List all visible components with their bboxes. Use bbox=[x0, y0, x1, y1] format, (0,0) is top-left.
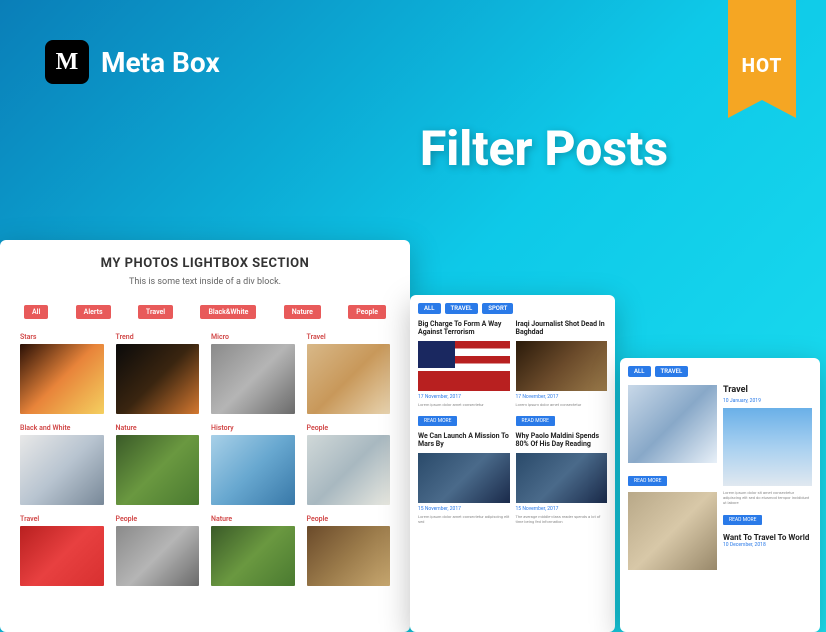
card-excerpt: Lorem ipsum dolor amet consectetur bbox=[516, 402, 608, 407]
tag-button[interactable]: TRAVEL bbox=[655, 366, 689, 377]
news-card: Iraqi Journalist Shot Dead In Baghdad 17… bbox=[516, 320, 608, 426]
news-grid: Big Charge To Form A Way Against Terrori… bbox=[418, 320, 607, 524]
photo-label: Black and White bbox=[20, 424, 104, 432]
photo-label: People bbox=[307, 515, 391, 523]
card-date: 15 November, 2017 bbox=[418, 506, 510, 512]
card-image[interactable] bbox=[418, 453, 510, 503]
photo-label: Micro bbox=[211, 333, 295, 341]
travel-panel: ALL TRAVEL READ MORE Travel 10 January, … bbox=[620, 358, 820, 632]
tag-button[interactable]: ALL bbox=[628, 366, 651, 377]
photo-thumb[interactable] bbox=[116, 526, 200, 586]
photo-thumb[interactable] bbox=[116, 435, 200, 505]
photo-label: Nature bbox=[116, 424, 200, 432]
hot-ribbon: HOT bbox=[728, 0, 796, 100]
card-image[interactable] bbox=[418, 341, 510, 391]
photo-thumb[interactable] bbox=[307, 344, 391, 414]
filter-button[interactable]: People bbox=[348, 305, 386, 319]
photo-label: People bbox=[307, 424, 391, 432]
photo-thumb[interactable] bbox=[307, 526, 391, 586]
filter-button[interactable]: All bbox=[24, 305, 48, 319]
card-date: 17 November, 2017 bbox=[516, 394, 608, 400]
card-image[interactable] bbox=[723, 408, 812, 486]
photo-thumb[interactable] bbox=[20, 435, 104, 505]
card-excerpt: Lorem ipsum dolor amet consectetur bbox=[418, 402, 510, 407]
tag-bar: ALL TRAVEL SPORT bbox=[418, 303, 607, 314]
page-title: Filter Posts bbox=[420, 120, 668, 177]
read-more-button[interactable]: READ MORE bbox=[628, 476, 667, 486]
photo-thumb[interactable] bbox=[20, 526, 104, 586]
card-excerpt: Lorem ipsum dolor sit amet consectetur a… bbox=[723, 490, 812, 506]
photo-label: Travel bbox=[307, 333, 391, 341]
lightbox-subtitle: This is some text inside of a div block. bbox=[20, 277, 390, 287]
lightbox-panel: MY PHOTOS LIGHTBOX SECTION This is some … bbox=[0, 240, 410, 632]
card-date: 17 November, 2017 bbox=[418, 394, 510, 400]
card-title: Big Charge To Form A Way Against Terrori… bbox=[418, 320, 510, 337]
photo-thumb[interactable] bbox=[20, 344, 104, 414]
tag-button[interactable]: TRAVEL bbox=[445, 303, 479, 314]
read-more-button[interactable]: READ MORE bbox=[723, 515, 762, 525]
tag-button[interactable]: SPORT bbox=[482, 303, 513, 314]
photo-label: Trend bbox=[116, 333, 200, 341]
travel-side-card: READ MORE bbox=[628, 385, 717, 574]
card-date: 10 January, 2019 bbox=[723, 398, 812, 404]
photo-label: History bbox=[211, 424, 295, 432]
card-image[interactable] bbox=[628, 385, 717, 463]
lightbox-title: MY PHOTOS LIGHTBOX SECTION bbox=[20, 256, 390, 271]
card-image[interactable] bbox=[516, 341, 608, 391]
brand-header: M Meta Box bbox=[45, 40, 220, 84]
card-title: Why Paolo Maldini Spends 80% Of His Day … bbox=[516, 432, 608, 449]
filter-button[interactable]: Travel bbox=[138, 305, 173, 319]
filter-button[interactable]: Nature bbox=[284, 305, 321, 319]
card-image[interactable] bbox=[516, 453, 608, 503]
card-excerpt: The average middle-class reader spends a… bbox=[516, 514, 608, 524]
travel-row: READ MORE Travel 10 January, 2019 Lorem … bbox=[628, 385, 812, 574]
photo-label: Stars bbox=[20, 333, 104, 341]
photo-thumb[interactable] bbox=[211, 344, 295, 414]
card-title: We Can Launch A Mission To Mars By bbox=[418, 432, 510, 449]
card-image[interactable] bbox=[628, 492, 717, 570]
photo-label: People bbox=[116, 515, 200, 523]
card-title: Iraqi Journalist Shot Dead In Baghdad bbox=[516, 320, 608, 337]
news-card: We Can Launch A Mission To Mars By 15 No… bbox=[418, 432, 510, 524]
photo-label: Travel bbox=[20, 515, 104, 523]
photo-thumb[interactable] bbox=[307, 435, 391, 505]
filter-bar: All Alerts Travel Black&White Nature Peo… bbox=[20, 305, 390, 319]
logo-icon: M bbox=[45, 40, 89, 84]
brand-name: Meta Box bbox=[101, 46, 220, 79]
read-more-button[interactable]: READ MORE bbox=[418, 416, 457, 426]
photo-thumb[interactable] bbox=[211, 526, 295, 586]
photo-thumb[interactable] bbox=[211, 435, 295, 505]
filter-button[interactable]: Black&White bbox=[200, 305, 256, 319]
card-date: 15 November, 2017 bbox=[516, 506, 608, 512]
news-card: Why Paolo Maldini Spends 80% Of His Day … bbox=[516, 432, 608, 524]
filter-button[interactable]: Alerts bbox=[76, 305, 111, 319]
photo-label: Nature bbox=[211, 515, 295, 523]
photo-thumb[interactable] bbox=[116, 344, 200, 414]
card-date: 10 December, 2018 bbox=[723, 542, 812, 548]
card-title: Travel bbox=[723, 385, 812, 395]
read-more-button[interactable]: READ MORE bbox=[516, 416, 555, 426]
news-card: Big Charge To Form A Way Against Terrori… bbox=[418, 320, 510, 426]
photo-grid: Stars Trend Micro Travel Black and White… bbox=[20, 333, 390, 586]
tag-bar: ALL TRAVEL bbox=[628, 366, 812, 377]
card-title: Want To Travel To World bbox=[723, 533, 812, 542]
ribbon-label: HOT bbox=[742, 54, 783, 77]
news-panel: ALL TRAVEL SPORT Big Charge To Form A Wa… bbox=[410, 295, 615, 632]
tag-button[interactable]: ALL bbox=[418, 303, 441, 314]
travel-main-card: Travel 10 January, 2019 Lorem ipsum dolo… bbox=[723, 385, 812, 574]
card-excerpt: Lorem ipsum dolor amet consectetur adipi… bbox=[418, 514, 510, 524]
